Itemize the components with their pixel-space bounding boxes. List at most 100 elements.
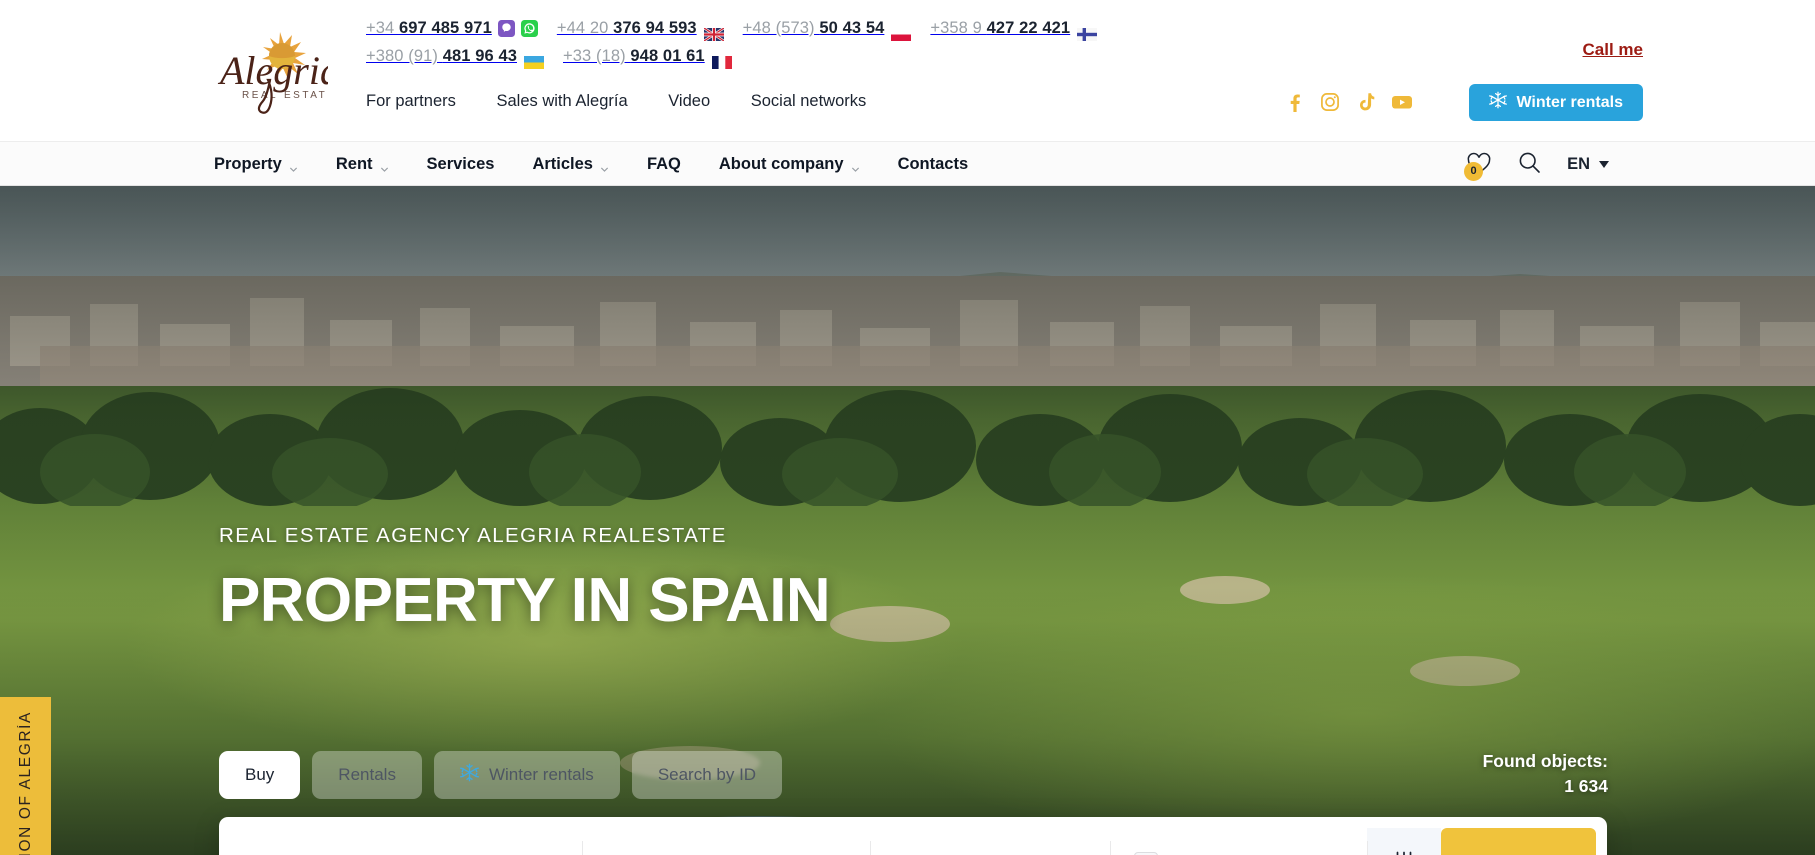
found-objects-label: Found objects: <box>1482 751 1608 771</box>
phone-link[interactable]: +380 (91) 481 96 43 <box>366 42 544 70</box>
tab-search-by-id[interactable]: Search by ID <box>631 751 783 799</box>
chevron-down-icon <box>851 160 860 172</box>
subnav-item-social-networks[interactable]: Social networks <box>751 92 867 111</box>
advanced-filters-button[interactable] <box>1367 828 1441 855</box>
phone-link[interactable]: +33 (18) 948 01 61 <box>563 42 732 70</box>
phone-number: 697 485 971 <box>398 18 492 37</box>
chevron-down-icon <box>380 160 389 172</box>
phone-number: 427 22 421 <box>986 18 1071 37</box>
main-navigation: Property Rent Services Articles FAQ Abou… <box>0 141 1815 186</box>
winter-rentals-label: Winter rentals <box>1516 93 1623 111</box>
nav-item-label: About company <box>718 155 844 173</box>
phone-number: 376 94 593 <box>613 18 697 37</box>
found-objects: Found objects: 1 634 <box>1483 749 1608 799</box>
language-selector[interactable]: EN <box>1567 155 1609 174</box>
social-links <box>1284 92 1413 117</box>
property-search-bar: City Type Price New building <box>219 817 1607 855</box>
nav-item-contacts[interactable]: Contacts <box>898 155 969 174</box>
nav-item-label: Contacts <box>897 155 969 173</box>
phone-prefix: +48 (573) <box>742 18 820 37</box>
main-nav-links: Property Rent Services Articles FAQ Abou… <box>214 142 1006 187</box>
nav-item-label: Property <box>214 155 282 173</box>
viber-icon[interactable] <box>497 19 515 37</box>
found-objects-count: 1 634 <box>1564 775 1608 796</box>
call-me-link[interactable]: Call me <box>1583 40 1643 60</box>
type-select[interactable]: Type <box>582 828 870 855</box>
chevron-down-icon <box>600 160 609 172</box>
language-label: EN <box>1567 155 1590 173</box>
nav-item-services[interactable]: Services <box>427 155 495 174</box>
phone-link[interactable]: +44 20 376 94 593 <box>556 14 725 42</box>
hero-content: REAL ESTATE AGENCY ALEGRIA REALESTATE PR… <box>0 186 1815 855</box>
snowflake-icon <box>459 763 479 787</box>
svg-text:Alegria: Alegria <box>217 48 328 93</box>
find-button[interactable]: FIND <box>1441 828 1596 855</box>
favorites-button[interactable]: 0 <box>1464 152 1492 181</box>
youtube-icon[interactable] <box>1391 92 1413 117</box>
tab-label: Buy <box>245 765 275 784</box>
chevron-down-icon <box>289 160 298 172</box>
subnav-item-sales-with-alegria[interactable]: Sales with Alegría <box>496 92 627 111</box>
page-title: PROPERTY IN SPAIN <box>219 566 831 635</box>
winter-rentals-button[interactable]: Winter rentals <box>1469 84 1643 121</box>
site-header: Alegria REAL ESTATE +34 697 485 971 +44 2… <box>0 0 1815 141</box>
search-mode-tabs: Buy Rentals Winter rentals Search by ID <box>219 751 783 799</box>
phone-number: 50 43 54 <box>819 18 885 37</box>
phone-prefix: +33 (18) <box>563 47 631 66</box>
phone-link[interactable]: +358 9 427 22 421 <box>930 14 1098 42</box>
subnav-item-video[interactable]: Video <box>668 92 710 111</box>
nav-item-rent[interactable]: Rent <box>336 155 389 174</box>
tiktok-icon[interactable] <box>1356 92 1375 117</box>
header-subnav: For partners Sales with Alegría Video So… <box>366 92 902 111</box>
phone-prefix: +380 (91) <box>366 47 443 66</box>
whatsapp-icon[interactable] <box>520 19 538 37</box>
sliders-icon <box>1391 849 1417 855</box>
nav-item-about-company[interactable]: About company <box>719 155 860 174</box>
city-select[interactable]: City <box>230 828 582 855</box>
svg-text:REAL: REAL <box>242 90 278 101</box>
nav-item-articles[interactable]: Articles <box>532 155 609 174</box>
presentation-side-tab-label: PRESENTATION OF ALEGRÍA <box>16 711 34 855</box>
new-building-option[interactable]: New building <box>1110 828 1367 855</box>
nav-item-label: FAQ <box>646 155 681 173</box>
alegria-logo-icon: Alegria REAL ESTATE <box>217 32 328 114</box>
tab-label: Winter rentals <box>488 765 594 784</box>
snowflake-icon <box>1489 91 1508 114</box>
nav-item-label: Rent <box>335 155 373 173</box>
hero-eyebrow: REAL ESTATE AGENCY ALEGRIA REALESTATE <box>219 524 727 547</box>
facebook-icon[interactable] <box>1284 92 1304 117</box>
price-select[interactable]: Price <box>870 828 1110 855</box>
header-phone-list: +34 697 485 971 +44 20 376 94 593 +48 (573… <box>366 13 1246 70</box>
nav-item-label: Services <box>426 155 495 173</box>
phone-prefix: +358 9 <box>930 18 987 37</box>
phone-number: 481 96 43 <box>442 47 517 66</box>
tab-winter-rentals[interactable]: Winter rentals <box>433 751 620 799</box>
favorites-count-badge: 0 <box>1464 161 1484 181</box>
phone-prefix: +44 20 <box>556 18 614 37</box>
poland-flag <box>891 22 912 41</box>
search-icon[interactable] <box>1518 151 1541 179</box>
finland-flag <box>1077 22 1098 41</box>
tab-label: Rentals <box>338 765 396 784</box>
svg-text:ESTATE: ESTATE <box>284 90 328 101</box>
nav-item-label: Articles <box>532 155 593 173</box>
page-root: Alegria REAL ESTATE +34 697 485 971 +44 2… <box>0 0 1815 855</box>
nav-item-property[interactable]: Property <box>214 155 298 174</box>
tab-rentals[interactable]: Rentals <box>312 751 422 799</box>
presentation-side-tab[interactable]: PRESENTATION OF ALEGRÍA Alegria <box>0 697 51 855</box>
instagram-icon[interactable] <box>1320 92 1340 117</box>
phone-link[interactable]: +34 697 485 971 <box>366 14 538 42</box>
uk-flag <box>702 22 725 42</box>
chevron-down-icon <box>1599 161 1609 168</box>
hero-section: REAL ESTATE AGENCY ALEGRIA REALESTATE PR… <box>0 186 1815 855</box>
ukraine-flag <box>524 50 544 70</box>
new-building-checkbox[interactable] <box>1134 851 1158 855</box>
site-logo[interactable]: Alegria REAL ESTATE <box>208 22 328 122</box>
main-nav-actions: 0 EN <box>1464 142 1609 187</box>
nav-item-faq[interactable]: FAQ <box>647 155 681 174</box>
tab-label: Search by ID <box>657 765 757 784</box>
phone-prefix: +34 <box>366 18 399 37</box>
phone-link[interactable]: +48 (573) 50 43 54 <box>743 14 912 42</box>
tab-buy[interactable]: Buy <box>219 751 301 799</box>
subnav-item-for-partners[interactable]: For partners <box>366 92 456 111</box>
